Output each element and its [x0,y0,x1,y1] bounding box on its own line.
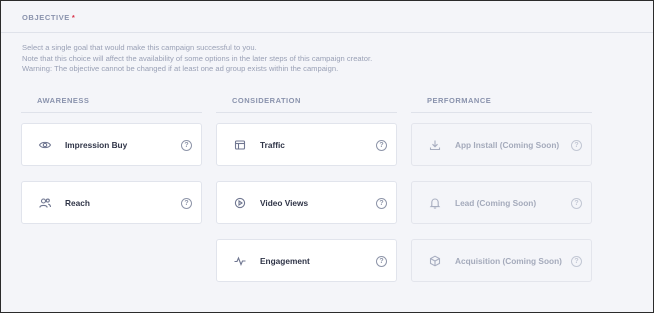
objective-card-reach[interactable]: Reach ? [21,181,202,224]
help-icon[interactable]: ? [376,140,387,151]
campaign-objective-panel: OBJECTIVE * Select a single goal that wou… [0,0,654,313]
performance-heading: PERFORMANCE [427,96,492,105]
description-line: Note that this choice will affect the av… [22,53,373,63]
download-icon [428,138,442,152]
help-icon[interactable]: ? [181,140,192,151]
users-icon [38,196,52,210]
objective-title: OBJECTIVE * [22,13,75,22]
activity-icon [233,254,247,268]
description-line: Select a single goal that would make thi… [22,43,257,52]
help-icon[interactable]: ? [181,198,192,209]
help-icon: ? [571,256,582,267]
objective-label: Reach [65,198,90,208]
consideration-heading: CONSIDERATION [232,96,301,105]
help-icon[interactable]: ? [376,198,387,209]
play-circle-icon [233,196,247,210]
help-icon: ? [571,140,582,151]
awareness-heading: AWARENESS [37,96,90,105]
bell-icon [428,196,442,210]
description-line: Warning: The objective cannot be changed… [22,64,339,73]
awareness-divider [21,112,202,113]
objective-label: Traffic [260,140,285,150]
objective-card-engagement[interactable]: Engagement ? [216,239,397,282]
objective-card-impression-buy[interactable]: Impression Buy ? [21,123,202,166]
required-marker: * [71,13,76,22]
objective-card-lead: Lead (Coming Soon) ? [411,181,592,224]
package-icon [428,254,442,268]
objective-label: Video Views [260,198,309,208]
objective-card-acquisition: Acquisition (Coming Soon) ? [411,239,592,282]
objective-header: OBJECTIVE * [1,1,653,33]
objective-label: Engagement [260,256,310,266]
objective-label: Acquisition (Coming Soon) [455,256,562,266]
objective-card-video-views[interactable]: Video Views ? [216,181,397,224]
eye-icon [38,138,52,152]
objective-description: Select a single goal that would make thi… [22,43,622,75]
objective-card-traffic[interactable]: Traffic ? [216,123,397,166]
help-icon[interactable]: ? [376,256,387,267]
help-icon: ? [571,198,582,209]
objective-label: App Install (Coming Soon) [455,140,560,150]
performance-divider [411,112,592,113]
objective-title-text: OBJECTIVE [22,13,70,22]
browser-window-icon [233,138,247,152]
consideration-divider [216,112,397,113]
objective-label: Impression Buy [65,140,128,150]
objective-card-app-install: App Install (Coming Soon) ? [411,123,592,166]
objective-label: Lead (Coming Soon) [455,198,537,208]
